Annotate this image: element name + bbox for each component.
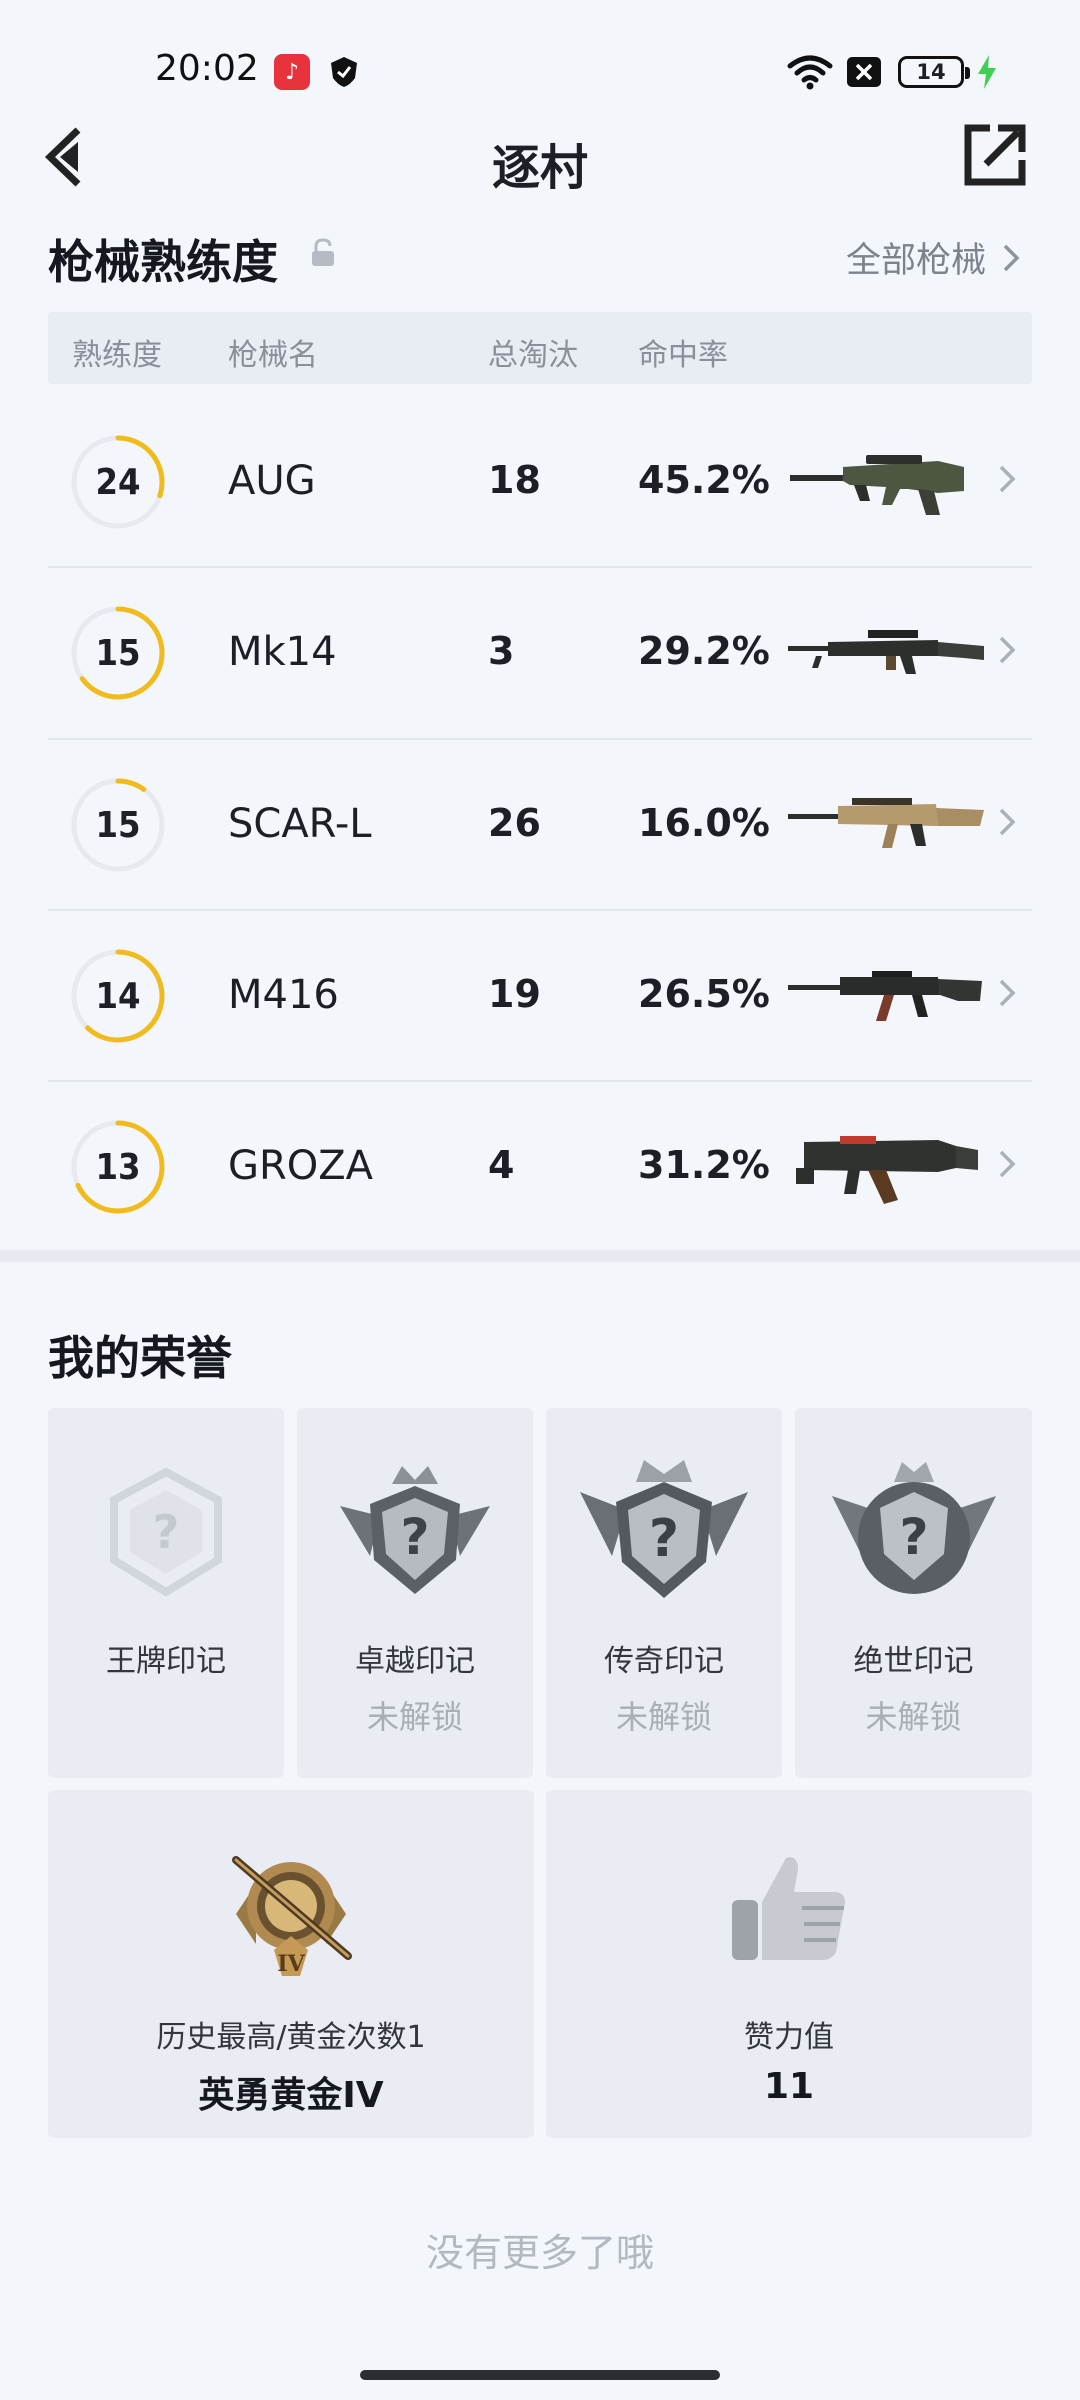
status-time: 20:02 [155, 48, 259, 89]
excellence-mark-card[interactable]: ? 卓越印记 未解锁 [297, 1408, 533, 1778]
chevron-right-icon [998, 1143, 1016, 1189]
share-icon [964, 124, 1026, 186]
mark-status: 未解锁 [615, 1698, 712, 1736]
mark-label: 绝世印记 [853, 1644, 974, 1679]
legend-mark-card[interactable]: ? 传奇印记 未解锁 [546, 1408, 782, 1778]
weapon-row-groza[interactable]: 13 GROZA 4 31.2% [48, 1081, 1032, 1252]
gold-rank-badge-icon: IV [232, 1856, 352, 1977]
svg-text:?: ? [899, 1508, 928, 1566]
mark-label: 传奇印记 [604, 1644, 724, 1679]
weapon-name: SCAR-L [228, 801, 372, 847]
weapon-kills: 19 [488, 972, 541, 1016]
column-header-level: 熟练度 [72, 338, 162, 373]
lock-icon [310, 238, 336, 272]
chevron-right-icon [998, 801, 1016, 847]
svg-text:?: ? [649, 1509, 679, 1569]
weapon-kills: 18 [488, 458, 541, 502]
mk14-rifle-icon [788, 630, 984, 674]
ace-mark-badge-icon: ? [110, 1468, 222, 1597]
page-title: 逐村 [491, 140, 588, 196]
weapon-kills: 4 [488, 1143, 515, 1187]
wifi-icon [786, 52, 834, 96]
weapon-name: M416 [228, 972, 339, 1018]
weapon-accuracy: 16.0% [638, 801, 770, 845]
weapon-accuracy: 45.2% [638, 458, 770, 502]
battery-icon: 14 [898, 56, 970, 88]
proficiency-level: 24 [95, 461, 141, 503]
proficiency-level: 15 [95, 632, 141, 674]
chevron-right-icon [998, 629, 1016, 675]
section-separator [0, 1250, 1080, 1262]
highest-rank-card[interactable]: IV 历史最高/黄金次数1 英勇黄金IV [48, 1790, 534, 2138]
proficiency-level: 15 [95, 804, 141, 846]
no-more-text: 没有更多了哦 [425, 2231, 654, 2275]
weapon-name: Mk14 [228, 629, 337, 675]
thumbs-up-icon [732, 1857, 845, 1960]
sim-off-icon [846, 56, 882, 92]
svg-text:?: ? [400, 1508, 429, 1566]
share-button[interactable] [962, 122, 1028, 192]
weapon-kills: 26 [488, 801, 541, 845]
mark-status: 未解锁 [865, 1698, 962, 1736]
peerless-mark-badge-icon: ? [831, 1462, 996, 1594]
weapon-accuracy: 26.5% [638, 972, 770, 1016]
music-app-icon: ♪ [274, 54, 310, 90]
battery-level: 14 [916, 60, 946, 84]
shield-app-icon [326, 54, 362, 94]
mark-status: 未解锁 [366, 1698, 463, 1736]
weapon-name: GROZA [228, 1143, 374, 1189]
groza-rifle-icon [796, 1136, 978, 1204]
weapon-kills: 3 [488, 629, 515, 673]
weapon-row-scarl[interactable]: 15 SCAR-L 26 16.0% [48, 739, 1032, 910]
excellence-mark-badge-icon: ? [340, 1466, 490, 1594]
charging-icon [976, 54, 998, 94]
svg-text:?: ? [153, 1505, 180, 1559]
weapon-row-aug[interactable]: 24 AUG 18 45.2% [48, 396, 1032, 567]
legend-mark-badge-icon: ? [580, 1460, 748, 1598]
weapon-accuracy: 29.2% [638, 629, 770, 673]
weapon-row-m416[interactable]: 14 M416 19 26.5% [48, 910, 1032, 1081]
proficiency-level: 14 [95, 975, 141, 1017]
all-weapons-link[interactable]: 全部枪械 [846, 232, 1020, 283]
weapon-accuracy: 31.2% [638, 1143, 770, 1187]
likes-card[interactable]: 赞力值 11 [546, 1790, 1032, 2138]
likes-value: 11 [763, 2066, 815, 2107]
home-indicator[interactable] [360, 2370, 720, 2380]
chevron-right-icon [998, 458, 1016, 504]
mark-label: 卓越印记 [355, 1644, 475, 1679]
weapon-section-title: 枪械熟练度 [48, 235, 278, 289]
peerless-mark-card[interactable]: ? 绝世印记 未解锁 [795, 1408, 1032, 1778]
chevron-right-icon [1003, 244, 1020, 271]
all-weapons-label: 全部枪械 [845, 241, 986, 281]
scarl-rifle-icon [788, 798, 984, 848]
honor-section-title: 我的荣誉 [48, 1331, 232, 1385]
mark-label: 王牌印记 [106, 1644, 226, 1679]
svg-text:IV: IV [277, 1951, 305, 1977]
rank-value: 英勇黄金IV [198, 2075, 384, 2116]
proficiency-level: 13 [95, 1146, 141, 1188]
column-header-accuracy: 命中率 [638, 338, 728, 373]
column-header-kills: 总淘汰 [488, 338, 578, 373]
weapon-row-mk14[interactable]: 15 Mk14 3 29.2% [48, 567, 1032, 738]
weapon-name: AUG [228, 458, 316, 504]
aug-rifle-icon [790, 455, 964, 515]
chevron-right-icon [998, 972, 1016, 1018]
column-header-name: 枪械名 [228, 338, 318, 373]
ace-mark-card[interactable]: ? 王牌印记 [48, 1408, 284, 1778]
rank-label: 历史最高/黄金次数1 [156, 2020, 426, 2055]
m416-rifle-icon [788, 971, 982, 1021]
likes-label: 赞力值 [744, 2020, 834, 2055]
